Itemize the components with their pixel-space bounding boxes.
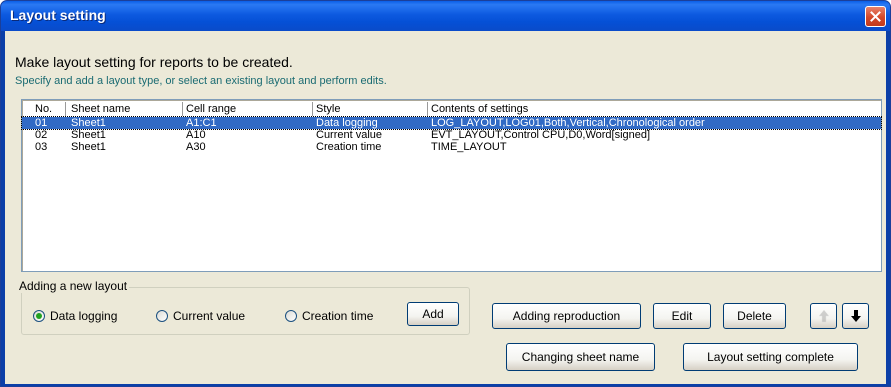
arrow-down-icon [850, 310, 861, 322]
radio-label: Data logging [50, 309, 118, 323]
cell-sheet-name: Sheet1 [71, 129, 106, 141]
radio-label: Current value [173, 309, 246, 323]
column-header-cell-range[interactable]: Cell range [183, 102, 313, 116]
cell-sheet-name: Sheet1 [71, 117, 106, 129]
add-button[interactable]: Add [407, 302, 459, 326]
cell-no: 01 [35, 117, 48, 129]
column-header-style[interactable]: Style [313, 102, 428, 116]
arrow-up-icon [817, 309, 830, 323]
cell-range: A30 [186, 141, 206, 153]
changing-sheet-name-button[interactable]: Changing sheet name [506, 343, 655, 371]
instruction-heading: Make layout setting for reports to be cr… [15, 54, 293, 70]
move-up-button[interactable] [810, 303, 837, 329]
layout-setting-dialog: Layout setting Make layout setting for r… [0, 0, 891, 387]
title-bar[interactable]: Layout setting [1, 1, 890, 31]
close-icon [870, 11, 881, 22]
table-row[interactable]: 01 Sheet1 A1:C1 Data logging LOG_LAYOUT,… [21, 116, 882, 130]
radio-data-logging[interactable]: Data logging [33, 309, 117, 323]
radio-unchecked-icon [156, 310, 168, 322]
instruction-subheading: Specify and add a layout type, or select… [15, 75, 387, 87]
layout-list[interactable]: No. Sheet name Cell range Style Contents… [21, 99, 882, 272]
column-header-no[interactable]: No. [32, 102, 66, 116]
cell-range: A1:C1 [186, 117, 217, 129]
layout-setting-complete-button[interactable]: Layout setting complete [683, 343, 858, 371]
cell-style: Current value [316, 129, 383, 141]
dialog-body: Make layout setting for reports to be cr… [5, 31, 886, 384]
radio-label: Creation time [302, 309, 374, 323]
close-button[interactable] [865, 6, 886, 27]
move-down-button[interactable] [842, 303, 869, 329]
window-title: Layout setting [10, 7, 106, 23]
cell-style: Data logging [316, 117, 378, 129]
radio-current-value[interactable]: Current value [156, 309, 245, 323]
table-row[interactable]: 02 Sheet1 A10 Current value EVT_LAYOUT,C… [22, 129, 881, 141]
column-header-sheet-name[interactable]: Sheet name [68, 102, 183, 116]
column-header-contents[interactable]: Contents of settings [428, 102, 880, 116]
cell-contents: LOG_LAYOUT,LOG01,Both,Vertical,Chronolog… [431, 117, 705, 129]
cell-no: 03 [35, 141, 48, 153]
cell-sheet-name: Sheet1 [71, 141, 106, 153]
list-header: No. Sheet name Cell range Style Contents… [22, 102, 881, 116]
table-row[interactable]: 03 Sheet1 A30 Creation time TIME_LAYOUT [22, 141, 881, 153]
cell-style: Creation time [316, 141, 382, 153]
list-rows: 01 Sheet1 A1:C1 Data logging LOG_LAYOUT,… [21, 116, 882, 153]
radio-checked-icon [33, 310, 45, 322]
radio-unchecked-icon [285, 310, 297, 322]
edit-button[interactable]: Edit [653, 303, 711, 329]
cell-range: A10 [186, 129, 206, 141]
cell-no: 02 [35, 129, 48, 141]
new-layout-group-label: Adding a new layout [17, 279, 130, 293]
cell-contents: EVT_LAYOUT,Control CPU,D0,Word[signed] [431, 129, 651, 141]
cell-contents: TIME_LAYOUT [431, 141, 507, 153]
adding-reproduction-button[interactable]: Adding reproduction [492, 303, 641, 329]
radio-creation-time[interactable]: Creation time [285, 309, 373, 323]
delete-button[interactable]: Delete [723, 303, 786, 329]
